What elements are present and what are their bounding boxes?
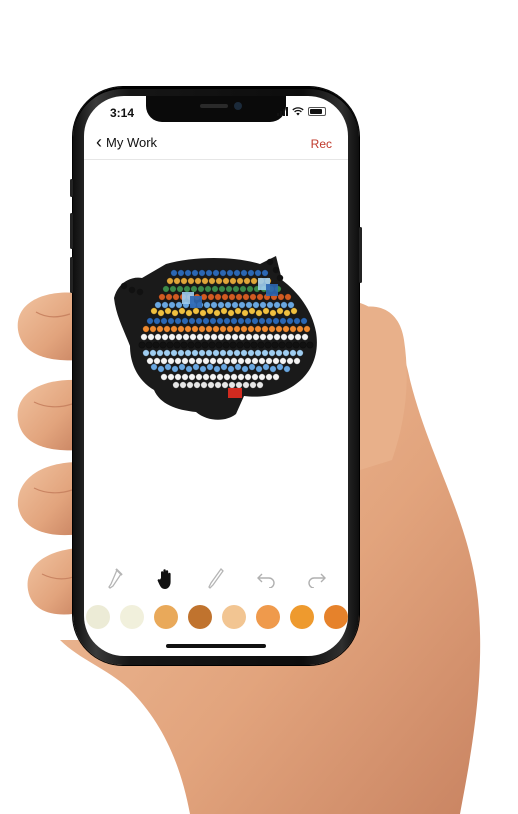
model-canvas[interactable]	[84, 160, 348, 560]
phone-device: 3:14 ‹ My Work Rec	[70, 87, 362, 665]
undo-tool[interactable]	[252, 565, 280, 593]
back-button[interactable]: ‹ My Work	[96, 132, 158, 152]
back-label: My Work	[106, 134, 158, 150]
volume-up-button	[70, 213, 73, 249]
notch	[146, 96, 286, 122]
wifi-icon	[292, 107, 304, 116]
color-swatch[interactable]	[120, 605, 144, 629]
color-swatch[interactable]	[222, 605, 246, 629]
color-swatch[interactable]	[290, 605, 314, 629]
redo-tool[interactable]	[303, 565, 331, 593]
phone-screen: 3:14 ‹ My Work Rec	[84, 96, 348, 656]
tool-bar	[84, 564, 348, 594]
status-icons	[277, 107, 326, 116]
color-swatch[interactable]	[188, 605, 212, 629]
chevron-left-icon: ‹	[96, 132, 102, 152]
color-swatch[interactable]	[324, 605, 348, 629]
undo-icon	[257, 573, 275, 588]
battery-icon	[308, 107, 326, 116]
redo-icon	[308, 573, 326, 588]
signal-icon	[277, 107, 288, 116]
color-swatch[interactable]	[86, 605, 110, 629]
power-button	[359, 227, 362, 283]
home-indicator	[166, 644, 266, 648]
eyedropper-tool[interactable]	[101, 565, 129, 593]
eyedropper-icon	[108, 568, 123, 589]
paint-tool[interactable]	[202, 565, 230, 593]
nav-bar: ‹ My Work Rec	[84, 126, 348, 160]
color-palette	[84, 602, 348, 632]
rec-button[interactable]: Rec	[311, 137, 332, 151]
status-time: 3:14	[110, 106, 135, 120]
color-swatch[interactable]	[256, 605, 280, 629]
pencil-icon	[208, 568, 224, 589]
hand-icon	[157, 569, 171, 589]
color-swatch[interactable]	[154, 605, 178, 629]
beaded-jaguar-model	[114, 256, 317, 420]
front-camera	[234, 102, 242, 110]
silent-switch	[70, 179, 73, 197]
speaker	[200, 104, 228, 108]
volume-down-button	[70, 257, 73, 293]
pan-tool[interactable]	[152, 565, 180, 593]
